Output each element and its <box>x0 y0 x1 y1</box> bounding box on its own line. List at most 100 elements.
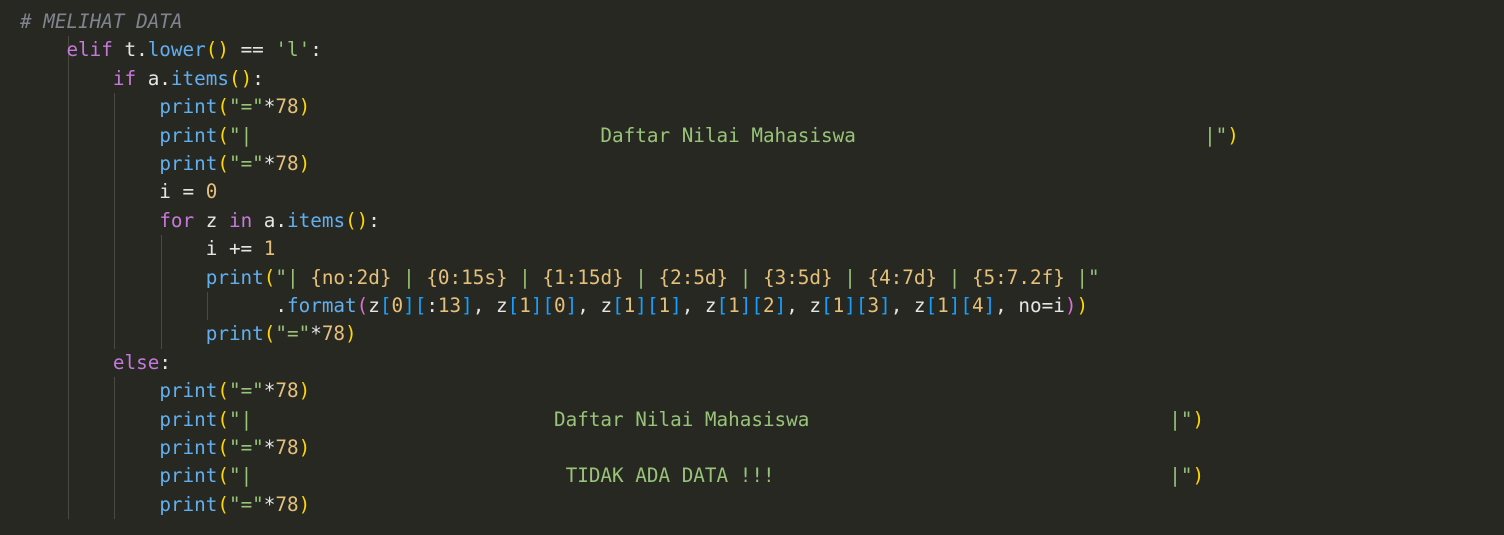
code-token: "| Daftar Nilai Mahasiswa |" <box>228 123 1228 147</box>
code-token: i = <box>20 180 206 204</box>
code-token: ) <box>1192 464 1205 488</box>
code-token: ) <box>1192 407 1205 431</box>
code-token: 78 <box>275 95 299 119</box>
code-token: 1 <box>263 237 276 261</box>
code-token: ] <box>670 294 682 317</box>
code-token: ) <box>298 436 311 459</box>
code-token: elif <box>66 38 113 62</box>
code-token: ] <box>403 294 415 317</box>
code-token: * <box>263 95 276 119</box>
code-token: z <box>194 208 229 232</box>
code-token: | <box>391 265 427 289</box>
code-token: ( <box>217 152 229 175</box>
code-line[interactable]: print("="*78) <box>20 377 310 405</box>
code-token: "=" <box>228 436 264 459</box>
code-line[interactable]: if a.items(): <box>20 65 264 93</box>
code-token: z <box>368 294 380 317</box>
code-token: ( <box>356 294 369 317</box>
code-token: 1 <box>937 294 949 317</box>
code-token: ( <box>217 95 229 119</box>
code-token: * <box>263 436 276 459</box>
code-token: else <box>112 350 160 374</box>
code-token: . <box>20 294 287 317</box>
code-token: | <box>623 265 659 289</box>
code-token: [ <box>414 294 427 317</box>
code-token: ] <box>774 294 787 317</box>
code-line[interactable]: print("="*78) <box>20 93 310 121</box>
code-token: : <box>310 38 322 62</box>
code-token: print <box>159 436 218 459</box>
code-token: a. <box>136 66 171 90</box>
code-line[interactable]: .format(z[0][:13], z[1][0], z[1][1], z[1… <box>20 292 1088 320</box>
code-token: ] <box>565 294 578 317</box>
code-token: ( <box>263 265 276 289</box>
code-line[interactable]: print("| Daftar Nilai Mahasiswa |") <box>20 406 1204 434</box>
code-line[interactable]: print("="*78) <box>20 320 357 348</box>
code-token: "=" <box>228 379 264 403</box>
code-token: [ <box>542 294 555 317</box>
code-line[interactable]: elif t.lower() == 'l': <box>20 36 322 64</box>
code-token: 78 <box>275 152 299 175</box>
code-token: ( <box>217 407 229 431</box>
code-token: {2:5d} <box>658 265 729 289</box>
code-token: | <box>728 265 763 289</box>
code-token: {0:15s} <box>426 265 508 289</box>
code-token: "| Daftar Nilai Mahasiswa |" <box>228 407 1193 431</box>
code-token: print <box>205 322 264 346</box>
code-token: {3:5d} <box>762 265 833 289</box>
code-token: ] <box>983 294 996 317</box>
code-editor[interactable]: # MELIHAT DATA elif t.lower() == 'l': if… <box>0 0 1504 535</box>
code-token: print <box>159 407 218 431</box>
code-token: lower <box>147 38 206 62</box>
code-token: ) <box>298 152 311 175</box>
code-token: items <box>170 66 229 90</box>
code-token: () <box>205 38 229 62</box>
code-token: in <box>228 208 253 232</box>
code-token: [ <box>379 294 392 317</box>
code-line[interactable]: print("="*78) <box>20 434 310 462</box>
code-line[interactable]: print("| Daftar Nilai Mahasiswa |") <box>20 122 1239 150</box>
code-token: 0 <box>554 294 566 317</box>
code-token: , no=i <box>995 294 1065 317</box>
code-line[interactable]: i += 1 <box>20 235 276 263</box>
code-token: "=" <box>275 322 311 346</box>
code-token: "| <box>275 265 311 289</box>
code-token: ) <box>1227 123 1239 147</box>
code-token: , z <box>681 294 717 317</box>
code-token: ) <box>298 95 311 119</box>
code-line[interactable]: # MELIHAT DATA <box>20 8 183 36</box>
code-token: 0 <box>391 294 404 317</box>
code-token: 2 <box>762 294 775 317</box>
code-token: ] <box>739 294 752 317</box>
code-token: print <box>159 464 218 488</box>
code-token: ( <box>217 379 229 403</box>
code-line[interactable]: print("="*78) <box>20 150 310 178</box>
code-token: ] <box>530 294 543 317</box>
code-token: print <box>159 152 218 175</box>
code-line[interactable]: print("| {no:2d} | {0:15s} | {1:15d} | {… <box>20 264 1100 292</box>
code-token: ] <box>635 294 647 317</box>
code-token: "=" <box>228 152 264 175</box>
code-token: [ <box>646 294 659 317</box>
code-token: format <box>287 294 357 317</box>
code-line[interactable]: i = 0 <box>20 178 217 206</box>
code-token: ( <box>217 436 229 459</box>
code-token: 3 <box>867 294 880 317</box>
code-token: ] <box>844 294 856 317</box>
code-token: "=" <box>228 95 264 119</box>
code-token: ] <box>879 294 891 317</box>
code-line[interactable]: for z in a.items(): <box>20 207 380 235</box>
code-line[interactable]: else: <box>20 349 171 377</box>
code-token: : <box>159 350 171 374</box>
code-token: 78 <box>275 379 299 403</box>
code-token: "=" <box>228 492 264 516</box>
code-token: {5:7.2f} <box>971 265 1065 289</box>
code-line[interactable]: print("| TIDAK ADA DATA !!! |") <box>20 462 1204 490</box>
code-token: [ <box>716 294 729 317</box>
code-line[interactable]: print("="*78) <box>20 491 310 519</box>
code-token: [ <box>925 294 938 317</box>
